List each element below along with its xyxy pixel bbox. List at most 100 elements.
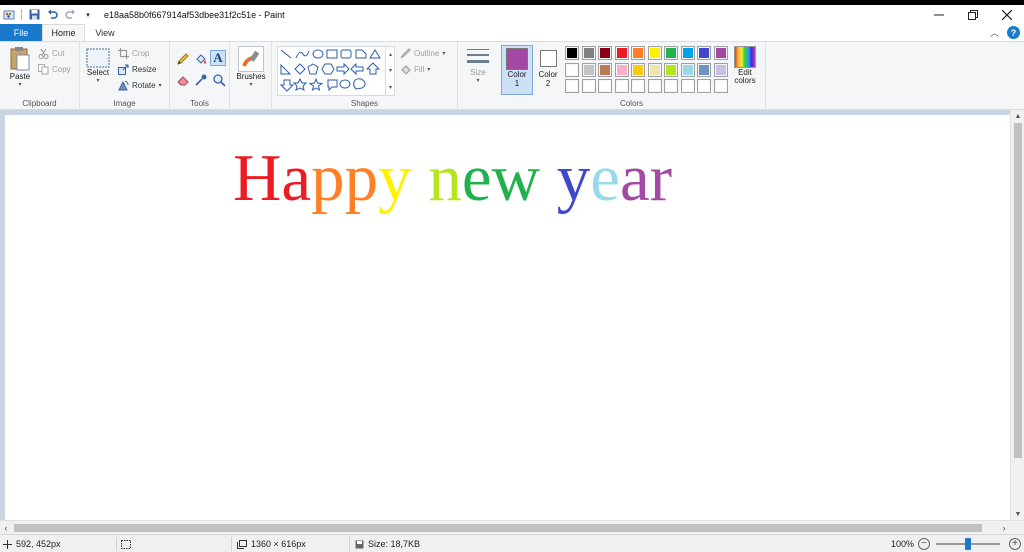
palette-swatch[interactable] — [697, 46, 711, 60]
cut-button[interactable]: Cut — [38, 48, 64, 59]
palette-swatch[interactable] — [680, 46, 695, 60]
palette-swatch[interactable] — [581, 46, 596, 60]
palette-swatch[interactable] — [565, 62, 579, 77]
palette-swatch[interactable] — [664, 46, 678, 60]
palette-swatch[interactable] — [598, 62, 612, 77]
tab-home[interactable]: Home — [42, 24, 85, 41]
palette-swatch[interactable] — [647, 46, 662, 60]
palette-swatch[interactable] — [713, 46, 728, 60]
paste-icon — [9, 46, 31, 72]
custom-color-slot[interactable] — [631, 79, 645, 93]
collapse-ribbon-icon[interactable]: ︿ — [990, 26, 999, 39]
custom-color-slot[interactable] — [581, 79, 596, 93]
custom-color-slot[interactable] — [565, 79, 579, 93]
colors-group-label: Colors — [619, 99, 644, 108]
shapes-expand-icon[interactable]: ▾ — [389, 84, 392, 91]
horizontal-scrollbar[interactable]: ‹ › — [0, 520, 1024, 534]
vertical-scroll-thumb[interactable] — [1014, 123, 1022, 458]
zoom-out-icon[interactable]: − — [918, 538, 930, 550]
custom-color-slot[interactable] — [680, 79, 695, 93]
resize-label: Resize — [132, 65, 157, 74]
tab-file[interactable]: File — [0, 24, 42, 41]
fill-icon — [400, 64, 411, 75]
palette-swatch[interactable] — [581, 62, 596, 77]
eraser-icon[interactable] — [176, 73, 190, 87]
custom-color-slot[interactable] — [713, 79, 728, 93]
outline-dropdown-icon: ▾ — [442, 51, 446, 57]
size-group: Size ▾ — [458, 42, 498, 110]
ribbon-tabs: File Home View ︿ ? — [0, 24, 1024, 41]
restore-icon[interactable] — [956, 5, 990, 24]
brushes-button[interactable]: Brushes ▾ — [234, 46, 268, 88]
scroll-up-icon[interactable]: ▲ — [1011, 110, 1024, 122]
brushes-group: Brushes ▾ — [230, 42, 272, 110]
color2-button[interactable]: Color 2 — [534, 45, 562, 95]
color-picker-icon[interactable] — [194, 73, 208, 87]
outline-button[interactable]: Outline ▾ — [400, 48, 445, 59]
horizontal-scroll-thumb[interactable] — [14, 524, 982, 532]
palette-swatch[interactable] — [614, 46, 629, 60]
clipboard-group: Paste ▾ Cut Copy Clipboard — [0, 42, 80, 110]
customize-qat-icon[interactable]: ▾ — [82, 9, 94, 21]
color1-number: 1 — [514, 79, 520, 88]
shapes-scroll-down-icon[interactable]: ▾ — [389, 67, 392, 74]
greeting-letter: H — [233, 141, 282, 215]
fill-bucket-icon[interactable] — [194, 52, 208, 66]
help-icon[interactable]: ? — [1007, 26, 1020, 39]
redo-icon[interactable] — [64, 9, 76, 21]
greeting-letter: p — [344, 141, 379, 215]
palette-swatch[interactable] — [647, 62, 662, 77]
edit-colors-button[interactable]: Edit colors — [730, 46, 760, 85]
magnifier-icon[interactable] — [212, 73, 226, 87]
palette-swatch[interactable] — [713, 62, 728, 77]
copy-icon — [38, 64, 49, 75]
custom-color-slot[interactable] — [664, 79, 678, 93]
pencil-icon[interactable] — [176, 52, 190, 66]
palette-swatch[interactable] — [631, 62, 645, 77]
palette-swatch[interactable] — [664, 62, 678, 77]
custom-color-slot[interactable] — [647, 79, 662, 93]
scroll-left-icon[interactable]: ‹ — [0, 521, 12, 535]
palette-swatch[interactable] — [598, 46, 612, 60]
shapes-scroll[interactable]: ▴ ▾ ▾ — [385, 46, 395, 96]
palette-swatch[interactable] — [697, 62, 711, 77]
size-button[interactable]: Size ▾ — [462, 46, 494, 84]
custom-color-slot[interactable] — [697, 79, 711, 93]
brushes-label: Brushes — [236, 72, 266, 81]
palette-swatch[interactable] — [631, 46, 645, 60]
close-icon[interactable] — [990, 5, 1024, 24]
shape-icons[interactable] — [278, 47, 396, 97]
palette-swatch[interactable] — [614, 62, 629, 77]
image-group: Select ▾ Crop Resize Rotate ▾ Image — [80, 42, 170, 110]
scroll-right-icon[interactable]: › — [998, 521, 1010, 535]
minimize-icon[interactable] — [922, 5, 956, 24]
paste-button[interactable]: Paste ▾ — [6, 46, 34, 88]
save-icon[interactable] — [28, 9, 40, 21]
zoom-slider-thumb[interactable] — [965, 538, 971, 550]
color1-button[interactable]: Color 1 — [501, 45, 533, 95]
zoom-in-icon[interactable]: + — [1009, 538, 1021, 550]
custom-color-slot[interactable] — [598, 79, 612, 93]
resize-button[interactable]: Resize — [118, 64, 156, 75]
vertical-scrollbar[interactable]: ▲ ▼ — [1010, 110, 1024, 520]
palette-swatch[interactable] — [565, 46, 579, 60]
crop-button[interactable]: Crop — [118, 48, 149, 59]
select-button[interactable]: Select ▾ — [84, 48, 112, 84]
quick-access-toolbar: ▾ — [0, 5, 94, 24]
custom-color-slot[interactable] — [614, 79, 629, 93]
copy-button[interactable]: Copy — [38, 64, 71, 75]
rotate-button[interactable]: Rotate ▾ — [118, 80, 162, 91]
undo-icon[interactable] — [46, 9, 58, 21]
tab-view[interactable]: View — [88, 24, 122, 41]
tools-group-label: Tools — [190, 99, 209, 108]
shapes-scroll-up-icon[interactable]: ▴ — [389, 51, 392, 58]
fill-button[interactable]: Fill ▾ — [400, 64, 430, 75]
drawing-canvas[interactable]: Happy new year — [5, 115, 1010, 521]
canvas-dimensions: 1360 × 616px — [237, 535, 306, 552]
scissors-icon — [38, 48, 49, 59]
scroll-down-icon[interactable]: ▼ — [1011, 508, 1024, 520]
paint-app-icon[interactable] — [3, 9, 15, 21]
palette-swatch[interactable] — [680, 62, 695, 77]
shapes-group: ▴ ▾ ▾ Outline ▾ Fill ▾ Shapes — [272, 42, 458, 110]
text-tool-icon[interactable]: A — [210, 50, 226, 66]
